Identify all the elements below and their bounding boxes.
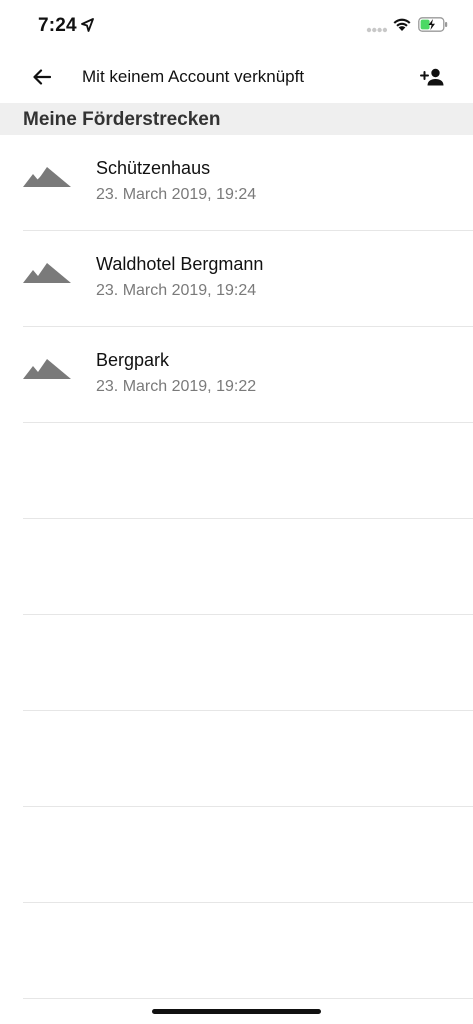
mountain-icon <box>23 359 71 379</box>
mountain-icon <box>23 263 71 283</box>
item-title: Bergpark <box>96 350 170 370</box>
conveyor-list: Schützenhaus 23. March 2019, 19:24 Waldh… <box>0 135 473 999</box>
list-item[interactable]: Schützenhaus 23. March 2019, 19:24 <box>23 135 473 231</box>
empty-row <box>23 711 473 807</box>
section-title: Meine Förderstrecken <box>23 109 221 130</box>
empty-row <box>23 519 473 615</box>
status-bar: 7:24 <box>0 0 473 50</box>
empty-row <box>23 615 473 711</box>
arrow-left-icon <box>33 69 51 85</box>
home-indicator[interactable] <box>152 1009 321 1014</box>
back-button[interactable] <box>28 63 56 91</box>
empty-row <box>23 807 473 903</box>
top-bar: Mit keinem Account verknüpft <box>0 55 473 99</box>
signal-dots-icon <box>366 27 388 33</box>
battery-charging-icon <box>418 17 448 32</box>
empty-row <box>23 423 473 519</box>
item-subtitle: 23. March 2019, 19:24 <box>96 282 257 299</box>
item-subtitle: 23. March 2019, 19:24 <box>96 186 257 203</box>
location-arrow-icon <box>81 18 94 32</box>
list-item[interactable]: Bergpark 23. March 2019, 19:22 <box>23 327 473 423</box>
list-item[interactable]: Waldhotel Bergmann 23. March 2019, 19:24 <box>23 231 473 327</box>
person-add-icon <box>420 68 444 86</box>
add-user-button[interactable] <box>418 63 446 91</box>
page-title: Mit keinem Account verknüpft <box>82 67 305 86</box>
item-title: Waldhotel Bergmann <box>96 254 264 274</box>
empty-row <box>23 903 473 999</box>
wifi-icon <box>393 18 411 31</box>
status-time: 7:24 <box>38 15 77 36</box>
item-title: Schützenhaus <box>96 158 211 178</box>
section-header: Meine Förderstrecken <box>0 103 473 135</box>
item-subtitle: 23. March 2019, 19:22 <box>96 378 257 395</box>
mountain-icon <box>23 167 71 187</box>
